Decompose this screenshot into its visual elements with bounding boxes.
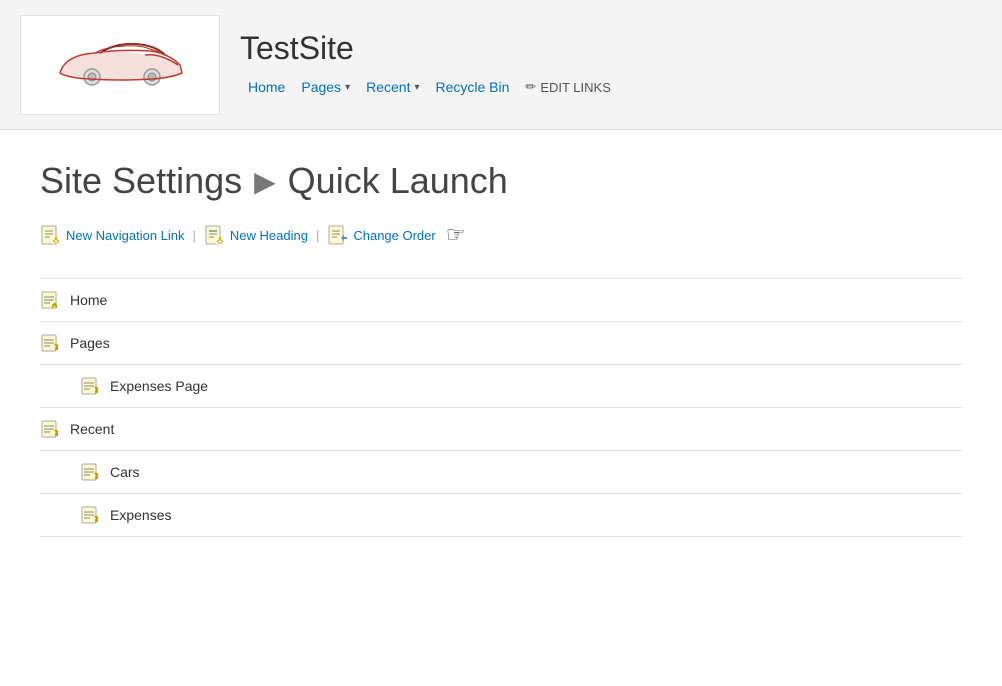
site-title-area: TestSite Home Pages ▾ Recent ▾ Recycle B… — [240, 30, 619, 99]
separator-2: | — [316, 228, 319, 243]
nav-list-item-home: Home — [40, 279, 962, 322]
nav-recycle-bin[interactable]: Recycle Bin — [427, 75, 517, 99]
recent-dropdown-arrow[interactable]: ▾ — [414, 82, 419, 93]
cars-item-icon — [80, 461, 102, 483]
pages-dropdown-arrow[interactable]: ▾ — [345, 82, 350, 93]
new-heading-icon — [204, 224, 226, 246]
home-item-label[interactable]: Home — [70, 292, 107, 308]
site-title: TestSite — [240, 30, 619, 67]
toolbar-links: New Navigation Link | New Heading | — [40, 222, 962, 248]
expenses-item-icon — [80, 504, 102, 526]
breadcrumb-site-settings: Site Settings — [40, 160, 242, 202]
breadcrumb-arrow: ▶ — [254, 165, 276, 198]
pages-item-icon — [40, 332, 62, 354]
nav-list-item-expenses-page: Expenses Page — [40, 365, 962, 408]
breadcrumb-quick-launch: Quick Launch — [288, 160, 508, 202]
nav-items-list: Home Pages Expenses Page — [40, 278, 962, 537]
main-content: Site Settings ▶ Quick Launch New Navigat… — [0, 130, 1002, 567]
nav-list-item-pages: Pages — [40, 322, 962, 365]
recent-item-label[interactable]: Recent — [70, 421, 114, 437]
expenses-page-item-icon — [80, 375, 102, 397]
recent-item-icon — [40, 418, 62, 440]
header: TestSite Home Pages ▾ Recent ▾ Recycle B… — [0, 0, 1002, 130]
cursor-indicator: ☞ — [446, 222, 466, 248]
nav-list-item-expenses: Expenses — [40, 494, 962, 537]
page-title: Site Settings ▶ Quick Launch — [40, 160, 962, 202]
nav-home[interactable]: Home — [240, 75, 293, 99]
new-nav-link-button[interactable]: New Navigation Link — [40, 224, 185, 246]
expenses-item-label[interactable]: Expenses — [110, 507, 171, 523]
expenses-page-item-label[interactable]: Expenses Page — [110, 378, 208, 394]
nav-pages[interactable]: Pages ▾ — [293, 75, 358, 99]
change-order-button[interactable]: Change Order — [327, 224, 435, 246]
logo-svg — [40, 35, 200, 95]
nav-list-item-recent: Recent — [40, 408, 962, 451]
nav-list-item-cars: Cars — [40, 451, 962, 494]
separator-1: | — [193, 228, 196, 243]
cars-item-label[interactable]: Cars — [110, 464, 140, 480]
pages-item-label[interactable]: Pages — [70, 335, 110, 351]
new-heading-button[interactable]: New Heading — [204, 224, 308, 246]
new-nav-link-icon — [40, 224, 62, 246]
nav-recent[interactable]: Recent ▾ — [358, 75, 427, 99]
nav-edit-links[interactable]: ✏ EDIT LINKS — [517, 75, 618, 99]
edit-links-pencil-icon: ✏ — [525, 79, 536, 95]
site-logo — [20, 15, 220, 115]
home-item-icon — [40, 289, 62, 311]
change-order-icon — [327, 224, 349, 246]
top-nav: Home Pages ▾ Recent ▾ Recycle Bin ✏ EDIT… — [240, 75, 619, 99]
